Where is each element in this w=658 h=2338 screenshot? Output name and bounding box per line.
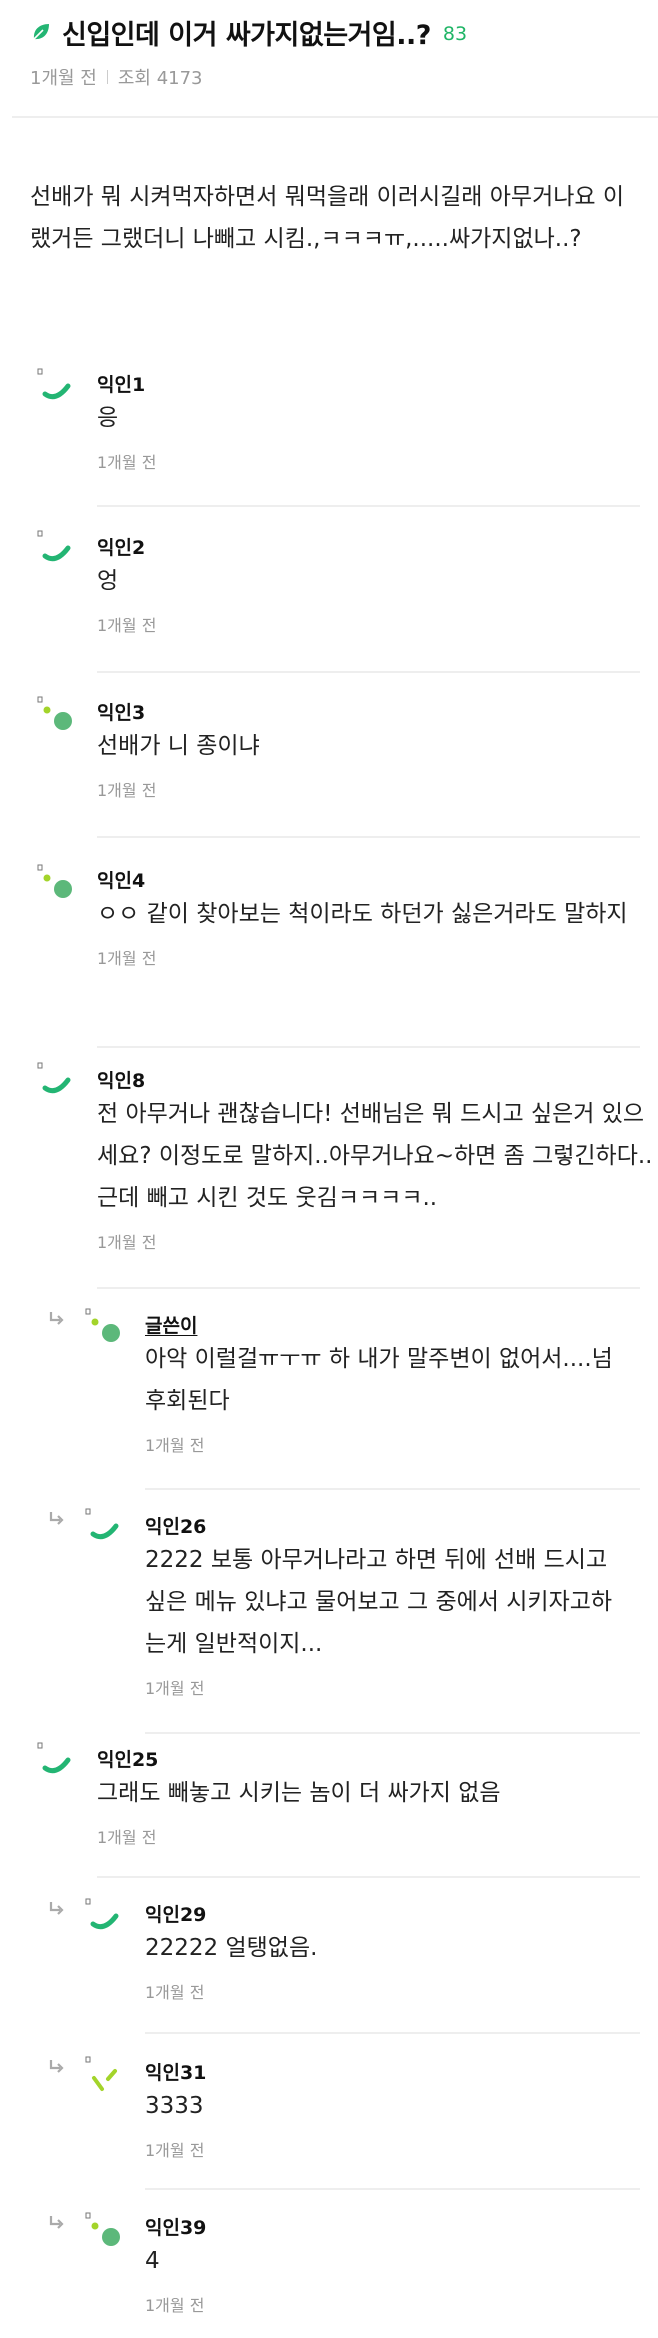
lime-ticks-avatar-icon — [85, 2056, 117, 2091]
post-meta: 1개월 전 조회 4173 — [30, 64, 203, 90]
comment-time: 1개월 전 — [97, 1828, 157, 1847]
post-title: 신입인데 이거 싸가지없는거임..? — [62, 19, 431, 51]
green-dots-avatar-icon — [85, 1308, 120, 1342]
green-arc-avatar-icon — [85, 1508, 119, 1540]
comment-time: 1개월 전 — [97, 781, 157, 800]
reply-arrow-icon — [49, 2060, 64, 2073]
comment-divider — [145, 2188, 640, 2190]
post-body: 선배가 뭐 시켜먹자하면서 뭐먹을래 이러시길래 아무거나요 이랬거든 그랬더니… — [30, 184, 625, 252]
comment-time: 1개월 전 — [145, 1983, 205, 2002]
comment-time: 1개월 전 — [97, 1233, 157, 1252]
comment-time: 1개월 전 — [145, 1436, 205, 1455]
comment-author[interactable]: 익인26 — [145, 1512, 206, 1539]
comment-text: 응 — [97, 405, 119, 431]
comment-author[interactable]: 익인3 — [97, 698, 145, 725]
green-dots-avatar-icon — [37, 696, 72, 730]
comment-author[interactable]: 익인2 — [97, 533, 145, 560]
green-arc-avatar-icon — [37, 1062, 71, 1094]
comment-author[interactable]: 익인25 — [97, 1745, 158, 1772]
comment-author[interactable]: 익인29 — [145, 1900, 206, 1927]
comment-author[interactable]: 익인31 — [145, 2058, 206, 2085]
comment-text: 3333 — [145, 2093, 204, 2119]
comment-time: 1개월 전 — [145, 1679, 205, 1698]
comment-text: 아악 이럴걸ㅠㅜㅠ 하 내가 말주변이 없어서....넘 후회된다 — [145, 1346, 613, 1414]
comment-time: 1개월 전 — [145, 2296, 205, 2315]
comment-divider — [97, 1876, 640, 1878]
header-divider — [12, 116, 658, 118]
title-row: 신입인데 이거 싸가지없는거임..? 83 — [30, 12, 467, 52]
comment-author[interactable]: 익인39 — [145, 2213, 206, 2240]
comment-text: 22222 얼탱없음. — [145, 1935, 318, 1961]
comment-text: 전 아무거나 괜찮습니다! 선배님은 뭐 드시고 싶은거 있으세요? 이정도로 … — [97, 1101, 653, 1211]
post-header: 신입인데 이거 싸가지없는거임..? 83 1개월 전 조회 4173 — [0, 0, 658, 118]
comment-text: ㅇㅇ 같이 찾아보는 척이라도 하던가 싫은거라도 말하지 — [97, 901, 628, 927]
meta-divider — [106, 70, 108, 84]
comment-divider — [145, 1488, 640, 1490]
green-arc-avatar-icon — [37, 530, 71, 562]
comment-author[interactable]: 익인1 — [97, 370, 145, 397]
post-time: 1개월 전 — [30, 68, 97, 89]
comment-divider — [145, 1732, 640, 1734]
comment-author[interactable]: 익인4 — [97, 866, 145, 893]
view-count: 조회 4173 — [117, 68, 203, 89]
comment-divider — [97, 1046, 640, 1048]
green-arc-avatar-icon — [85, 1898, 119, 1930]
reply-arrow-icon — [49, 2216, 64, 2229]
green-dots-avatar-icon — [85, 2212, 120, 2246]
comment-time: 1개월 전 — [97, 949, 157, 968]
green-dots-avatar-icon — [37, 864, 72, 898]
comment-divider — [97, 505, 640, 507]
comment-text: 선배가 니 종이냐 — [97, 733, 260, 759]
comment-author[interactable]: 익인8 — [97, 1066, 145, 1093]
comment-divider — [145, 2032, 640, 2034]
comment-divider — [97, 1287, 640, 1289]
leaf-icon — [33, 24, 49, 40]
comment-divider — [97, 671, 640, 673]
reply-arrow-icon — [49, 1512, 64, 1525]
comment-text: 그래도 빼놓고 시키는 놈이 더 싸가지 없음 — [97, 1780, 501, 1806]
green-arc-avatar-icon — [37, 1742, 71, 1774]
comment-time: 1개월 전 — [97, 616, 157, 635]
comment-author[interactable]: 글쓴이 — [145, 1311, 197, 1338]
comment-text: 엉 — [97, 568, 119, 594]
green-arc-avatar-icon — [37, 368, 71, 400]
comment-divider — [97, 836, 640, 838]
comment-time: 1개월 전 — [145, 2141, 205, 2160]
comment-count[interactable]: 83 — [443, 23, 467, 45]
reply-arrow-icon — [49, 1902, 64, 1915]
comment-text: 2222 보통 아무거나라고 하면 뒤에 선배 드시고 싶은 메뉴 있냐고 물어… — [145, 1547, 613, 1657]
comment-time: 1개월 전 — [97, 453, 157, 472]
reply-arrow-icon — [49, 1312, 64, 1325]
post-page: 신입인데 이거 싸가지없는거임..? 83 1개월 전 조회 4173 선배가 … — [0, 0, 658, 2338]
comment-text: 4 — [145, 2248, 160, 2274]
